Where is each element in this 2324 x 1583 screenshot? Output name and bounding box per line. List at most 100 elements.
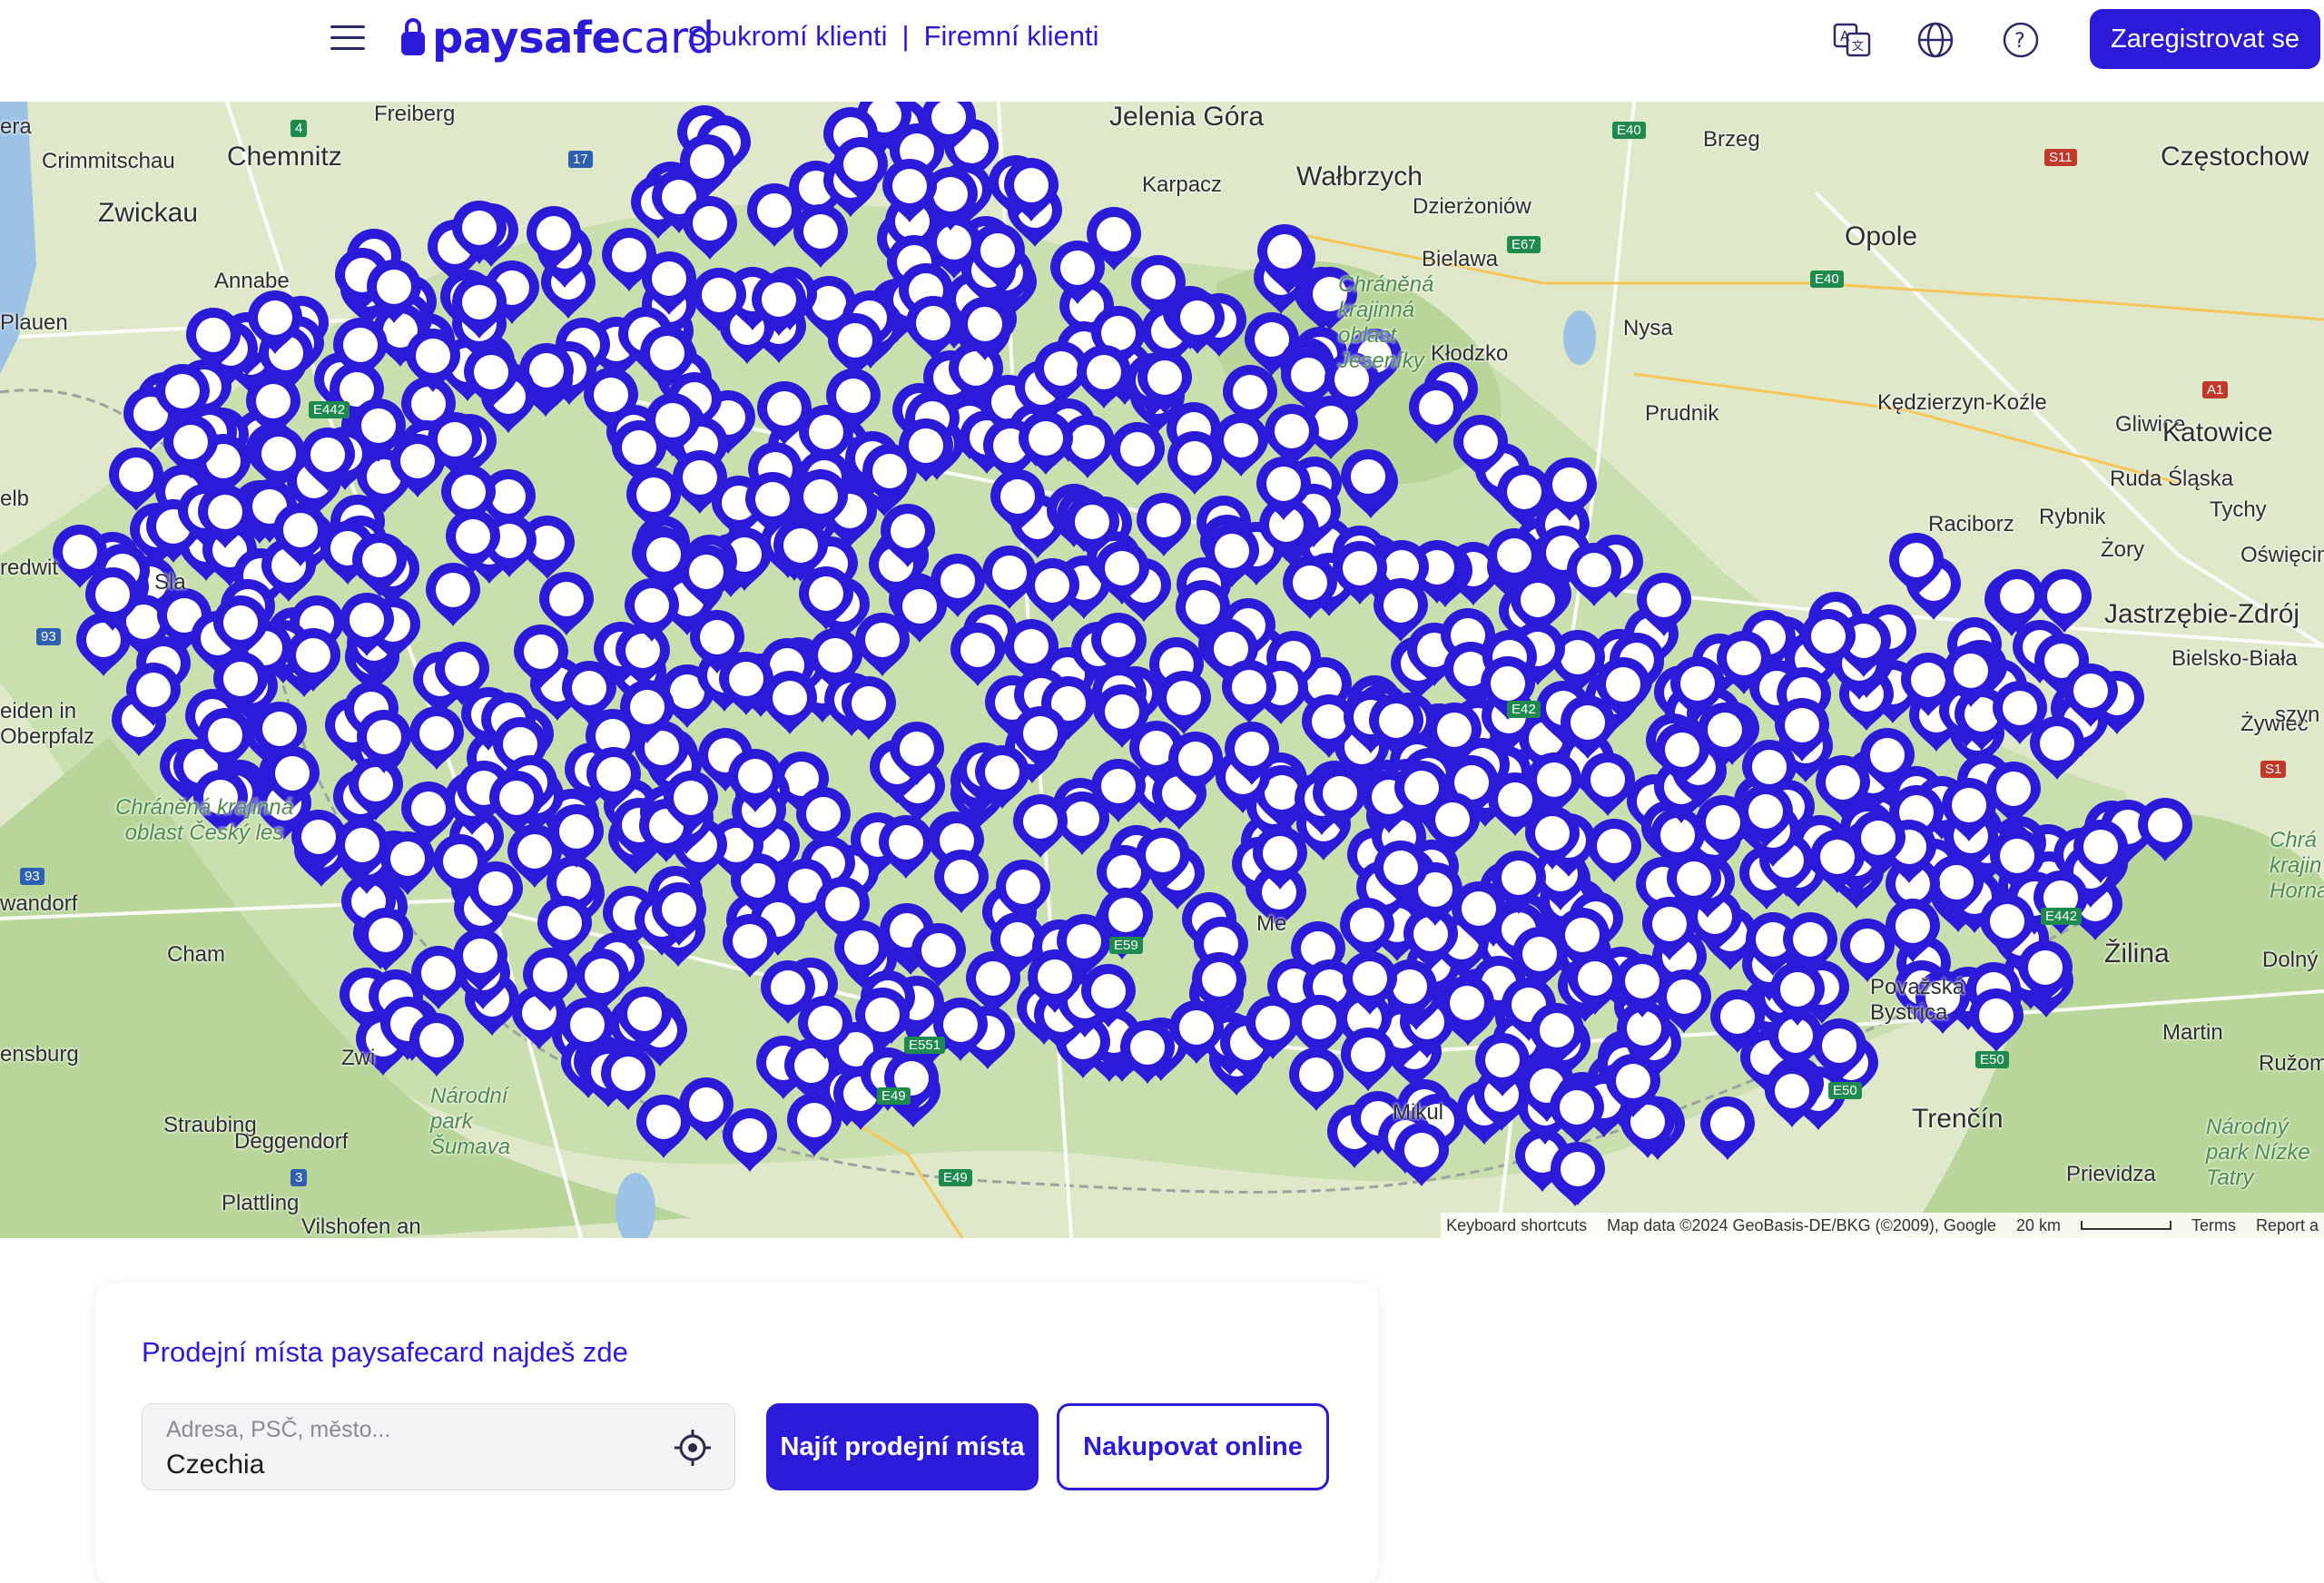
road-badge: E49 [877,1087,911,1105]
nav-business-clients[interactable]: Firemní klienti [924,20,1099,53]
road-badge: E442 [309,401,350,418]
city-label: Plattling [222,1191,300,1215]
city-label: Bielsko-Biała [2171,646,2298,671]
road-badge: E40 [1612,122,1646,139]
park-label: Národní park Šumava [430,1084,511,1159]
city-label: wandorf [0,891,78,916]
road-badge: E49 [939,1169,972,1186]
register-button[interactable]: Zaregistrovat se [2090,9,2320,69]
road-badge: 17 [568,151,593,168]
shop-online-button[interactable]: Nakupovat online [1057,1403,1329,1490]
help-icon[interactable]: ? [2001,20,2041,60]
city-label: Dolný K [2262,948,2324,972]
road-badge: 4 [290,120,308,137]
city-label: Karpacz [1142,172,1223,197]
city-label: Kędzierzyn-Koźle [1877,390,2047,415]
city-label: Katowice [2162,418,2273,447]
store-search-card: Prodejní místa paysafecard najdeš zde Ad… [96,1283,1378,1583]
city-label: Žilina [2104,939,2170,968]
location-search-placeholder: Adresa, PSČ, město... [166,1417,391,1442]
report-link[interactable]: Report a [2256,1216,2319,1235]
city-label: Považská Bystrica [1870,975,1965,1025]
city-label: szyn [2275,703,2320,727]
city-label: Mikul [1393,1100,1444,1125]
store-locator-map[interactable]: Chemnitz Zwickau Freiberg Crimmitschau A… [0,102,2324,1238]
nav-separator: | [901,20,910,52]
find-stores-button[interactable]: Najít prodejní místa [766,1403,1039,1490]
city-label: Cham [167,942,226,967]
road-badge: 93 [20,868,44,885]
locate-me-icon[interactable] [673,1428,713,1468]
nav-private-clients[interactable]: Soukromí klienti [687,20,888,53]
city-label: Tychy [2210,497,2267,522]
globe-icon[interactable] [1915,20,1955,60]
city-label: Bielawa [1422,247,1499,271]
city-label: Ruda Śląska [2110,467,2234,491]
audience-nav: Soukromí klienti | Firemní klienti [687,20,1099,53]
city-label: Plauen [0,310,68,335]
road-badge: E59 [1109,937,1143,954]
city-label: Annabe [214,269,290,293]
city-label: eiden in Oberpfalz [0,699,95,749]
city-label: ensburg [0,1042,79,1067]
road-badge: A1 [2202,381,2229,398]
city-label: Sla [154,570,186,595]
city-label: Raciborz [1928,512,2014,536]
city-label: Prudnik [1645,401,1719,426]
menu-icon[interactable] [327,20,370,56]
city-label: Martin [2162,1020,2223,1045]
map-attribution: Keyboard shortcuts Map data ©2024 GeoBas… [1441,1213,2324,1238]
city-label: Trenčín [1912,1104,2004,1134]
city-label: Zwickau [98,198,199,228]
logo-text-bold: paysafe [432,13,621,64]
city-label: Nysa [1623,316,1673,340]
location-search-field[interactable]: Adresa, PSČ, město... Czechia [142,1403,735,1490]
city-label: Chemnitz [227,142,342,172]
map-scale-label: 20 km [2015,1215,2061,1234]
road-badge: 93 [36,628,61,645]
road-badge: E42 [1507,701,1541,718]
lock-icon [399,17,427,59]
paysafecard-logo[interactable]: paysafecard [399,11,714,65]
city-label: Me [1256,911,1287,936]
keyboard-shortcuts-link[interactable]: Keyboard shortcuts [1446,1216,1587,1235]
translate-icon[interactable]: A 文 [1832,20,1872,60]
road-badge: E67 [1507,236,1541,253]
road-badge: E40 [1810,270,1844,288]
city-label: Prievidza [2066,1162,2156,1186]
city-label: era [0,114,32,139]
map-data-credit: Map data ©2024 GeoBasis-DE/BKG (©2009), … [1607,1215,1996,1234]
road-badge: S11 [2044,149,2077,166]
city-label: Dzierżoniów [1413,194,1531,219]
park-label: Národný park Nízke Tatry [2206,1115,2310,1190]
svg-text:文: 文 [1852,40,1864,54]
city-label: Ružom [2259,1051,2324,1076]
city-label: Zwi [341,1046,376,1070]
city-label: Opole [1845,221,1918,251]
city-label: Brzeg [1703,127,1760,152]
terms-link[interactable]: Terms [2191,1216,2236,1235]
city-label: Wałbrzych [1296,162,1423,192]
city-label: Crimmitschau [42,149,175,173]
city-label: elb [0,487,30,511]
road-badge: S1 [2260,761,2287,778]
svg-text:A: A [1840,28,1850,44]
park-label: Chráněná krajinná oblast Český les [114,795,294,845]
park-label: Chrá krajin Horna [2270,828,2324,903]
city-label: Vilshofen an [301,1214,421,1238]
city-label: Rybnik [2039,505,2106,529]
city-label: redwit [0,556,59,580]
location-search-input[interactable]: Czechia [166,1450,264,1480]
city-label: Żory [2101,537,2144,562]
top-navigation-bar: paysafecard Soukromí klienti | Firemní k… [0,0,2324,102]
search-card-title: Prodejní místa paysafecard najdeš zde [142,1336,628,1368]
road-badge: E50 [1828,1082,1862,1099]
city-label: Kłodzko [1431,341,1509,366]
road-badge: E551 [904,1037,946,1054]
svg-text:?: ? [2014,30,2025,53]
road-badge: E50 [1975,1051,2009,1068]
city-label: Freiberg [374,102,456,126]
city-label: Deggendorf [234,1129,349,1154]
park-label: Chráněná krajinná oblast Jeseníky [1338,272,1434,373]
road-badge: 3 [290,1169,308,1186]
